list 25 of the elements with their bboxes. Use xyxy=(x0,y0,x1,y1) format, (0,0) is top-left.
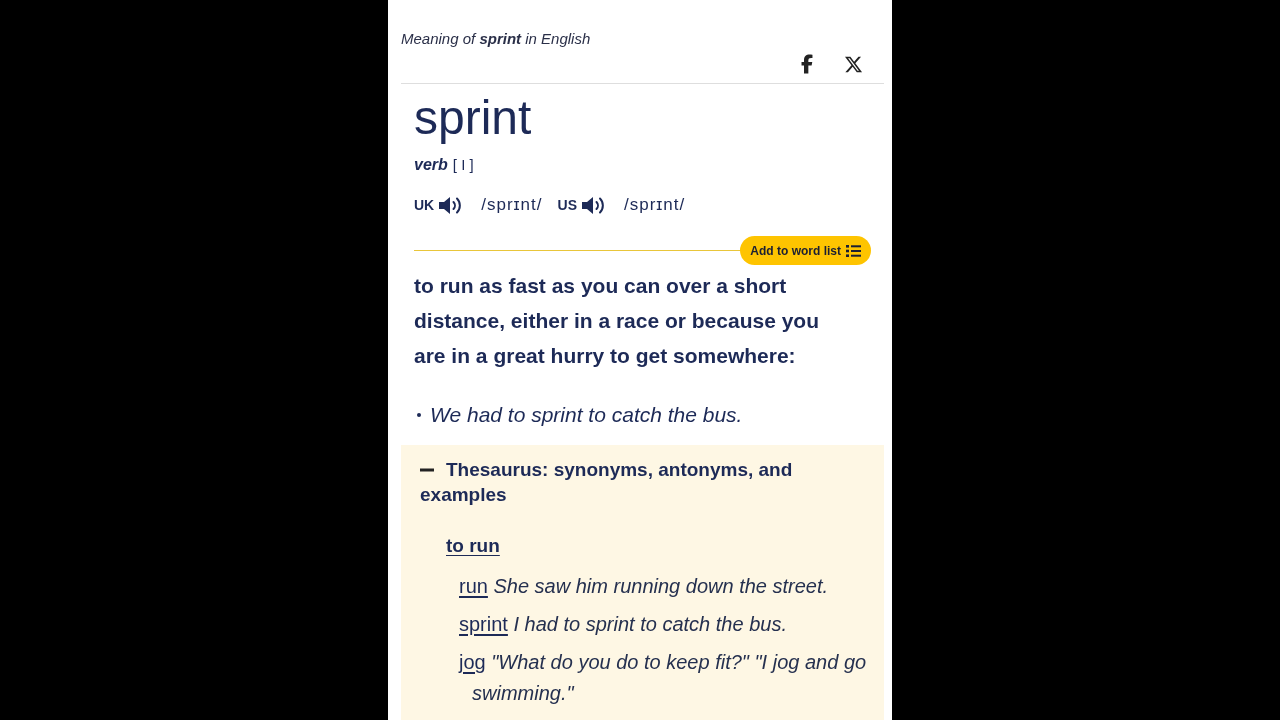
synonym-example: jog "What do you do to keep fit?" "I jog and go swimming." xyxy=(459,650,868,706)
synonym-link[interactable]: sprint xyxy=(459,613,508,635)
speaker-icon[interactable] xyxy=(438,194,464,216)
speaker-icon[interactable] xyxy=(581,194,606,216)
example-sentence: We had to sprint to catch the bus. xyxy=(430,402,743,428)
sense-heading-link[interactable]: to run xyxy=(446,533,500,558)
synonym-link[interactable]: run xyxy=(459,575,488,597)
thesaurus-toggle[interactable]: Thesaurus: synonyms, antonyms, and examples xyxy=(420,457,865,507)
region-label: UK xyxy=(414,197,435,213)
x-logo-icon[interactable] xyxy=(844,54,863,74)
definition-text: to run as fast as you can over a short distance, either in a race or because you are in a great hurry to get somewhere: xyxy=(414,273,820,369)
bullet-icon xyxy=(417,412,421,417)
headword: sprint xyxy=(414,92,532,144)
synonym-link[interactable]: jog xyxy=(459,651,486,673)
add-to-word-list-button[interactable]: Add to word list xyxy=(740,236,871,265)
region-label: US xyxy=(557,197,577,213)
grammar-code: [ I ] xyxy=(452,155,474,175)
synonym-example: run She saw him running down the street. xyxy=(459,574,829,599)
part-of-speech: verb xyxy=(414,155,448,175)
synonym-example: sprint I had to sprint to catch the bus. xyxy=(459,612,787,637)
meaning-heading: Meaning of sprint in English xyxy=(401,30,591,48)
pronunciation-text: /sprɪnt/ xyxy=(624,195,686,215)
pronunciation-text: /sprɪnt/ xyxy=(481,195,543,215)
facebook-icon[interactable] xyxy=(801,54,813,74)
list-icon xyxy=(846,244,861,257)
